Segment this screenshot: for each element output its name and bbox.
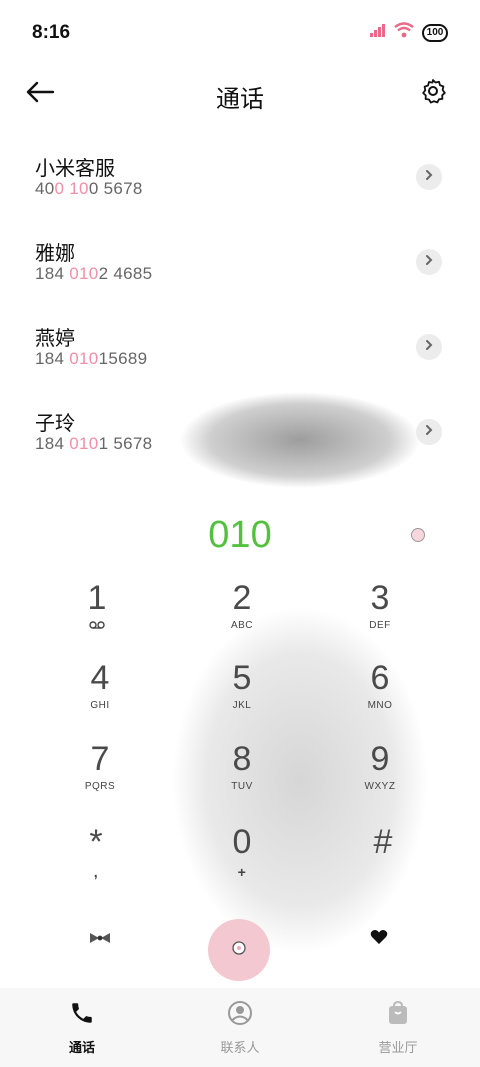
key-hash[interactable]: # [323, 822, 443, 894]
bottom-navigation: 通话 联系人 营业厅 [0, 988, 480, 1067]
contact-number: 184 01015689 [35, 349, 147, 369]
contact-detail-button[interactable] [416, 249, 442, 275]
contacts-icon [227, 1000, 253, 1031]
wifi-icon [394, 22, 414, 43]
number-match-highlight: 0 10 [54, 179, 89, 198]
back-arrow-icon [25, 81, 55, 108]
contact-number: 184 0101 5678 [35, 434, 152, 454]
tab-label: 联系人 [220, 1040, 260, 1055]
battery-icon: 100 [422, 23, 448, 42]
key-5[interactable]: 5 JKL [182, 658, 302, 730]
store-bag-icon [385, 1000, 411, 1031]
key-digit: 2 [232, 579, 252, 617]
dial-display: 010 [0, 510, 480, 564]
key-digit: 3 [370, 579, 390, 617]
phone-icon [69, 1000, 95, 1031]
key-letters: PQRS [84, 781, 116, 792]
key-letters: JKL [232, 700, 252, 711]
contact-name: 雅娜 [35, 243, 75, 265]
key-8[interactable]: 8 TUV [182, 739, 302, 811]
contact-detail-button[interactable] [416, 164, 442, 190]
settings-button[interactable] [416, 76, 450, 110]
contact-detail-button[interactable] [416, 419, 442, 445]
key-letters: TUV [231, 781, 253, 792]
dialed-number[interactable]: 010 [0, 514, 480, 557]
status-bar: 8:16 100 [0, 0, 480, 66]
chevron-right-icon [424, 253, 434, 271]
call-button[interactable] [208, 919, 270, 981]
contact-result-item[interactable]: 雅娜 184 0102 4685 [0, 225, 480, 310]
key-4[interactable]: 4 GHI [40, 658, 160, 730]
contact-number: 400 100 5678 [35, 179, 143, 199]
page-title: 通话 [216, 86, 264, 113]
key-letters: MNO [367, 700, 393, 711]
key-7[interactable]: 7 PQRS [40, 739, 160, 811]
dial-action-row [0, 915, 480, 985]
key-digit: 7 [90, 740, 110, 778]
number-match-highlight: 010 [69, 264, 99, 283]
gear-icon [420, 78, 446, 109]
header: 通话 [0, 70, 480, 120]
number-part: 40 [35, 179, 55, 198]
number-part: 184 [35, 349, 70, 368]
number-part: 15689 [98, 349, 148, 368]
contact-result-item[interactable]: 小米客服 400 100 5678 [0, 140, 480, 225]
key-letters: , [93, 864, 99, 880]
key-letters: WXYZ [364, 781, 396, 792]
voicemail-icon [89, 620, 105, 634]
key-digit: * [89, 823, 103, 861]
key-digit: 6 [370, 659, 390, 697]
chevron-right-icon [424, 338, 434, 356]
contact-detail-button[interactable] [416, 334, 442, 360]
tab-contacts[interactable]: 联系人 [190, 1000, 290, 1056]
number-part: 184 [35, 434, 70, 453]
tab-calls[interactable]: 通话 [32, 1000, 132, 1056]
key-digit: 5 [232, 659, 252, 697]
delete-digit-icon[interactable] [411, 528, 425, 542]
key-digit: 1 [87, 579, 107, 617]
cellular-signal-icon [370, 23, 386, 42]
contact-name: 燕婷 [35, 328, 75, 350]
key-6[interactable]: 6 MNO [320, 658, 440, 730]
chevron-right-icon [424, 168, 434, 186]
chevron-right-icon [424, 423, 434, 441]
contact-result-item[interactable]: 子玲 184 0101 5678 [0, 395, 480, 480]
key-letters: + [237, 864, 247, 880]
tab-label: 通话 [68, 1040, 95, 1055]
contact-result-item[interactable]: 燕婷 184 01015689 [0, 310, 480, 395]
number-part: 0 5678 [88, 179, 143, 198]
status-icons: 100 [370, 22, 448, 43]
key-digit: 8 [232, 740, 252, 778]
contact-name: 小米客服 [35, 158, 115, 180]
contact-number: 184 0102 4685 [35, 264, 152, 284]
tab-service-hall[interactable]: 营业厅 [348, 1000, 448, 1056]
key-1[interactable]: 1 [37, 578, 157, 650]
number-part: 1 5678 [98, 434, 153, 453]
call-flower-icon [230, 939, 248, 962]
status-time: 8:16 [32, 22, 71, 43]
number-match-highlight: 010 [69, 434, 99, 453]
key-9[interactable]: 9 WXYZ [320, 739, 440, 811]
key-letters: ABC [230, 620, 254, 631]
key-digit: 4 [90, 659, 110, 697]
key-2[interactable]: 2 ABC [182, 578, 302, 650]
key-letters: DEF [369, 620, 391, 631]
key-star[interactable]: * , [36, 822, 156, 894]
key-digit: 9 [370, 740, 390, 778]
key-0[interactable]: 0 + [182, 822, 302, 894]
bow-icon[interactable] [88, 931, 112, 950]
key-letters: GHI [90, 700, 110, 711]
key-3[interactable]: 3 DEF [320, 578, 440, 650]
contact-name: 子玲 [35, 413, 75, 435]
tab-label: 营业厅 [378, 1040, 418, 1055]
contact-results-list: 小米客服 400 100 5678 雅娜 184 0102 4685 燕婷 18… [0, 140, 480, 480]
number-part: 2 4685 [98, 264, 153, 283]
key-digit: 0 [232, 823, 252, 861]
back-button[interactable] [22, 78, 58, 110]
number-match-highlight: 010 [69, 349, 99, 368]
key-digit: # [373, 823, 393, 861]
heart-icon[interactable] [370, 929, 388, 950]
number-part: 184 [35, 264, 70, 283]
